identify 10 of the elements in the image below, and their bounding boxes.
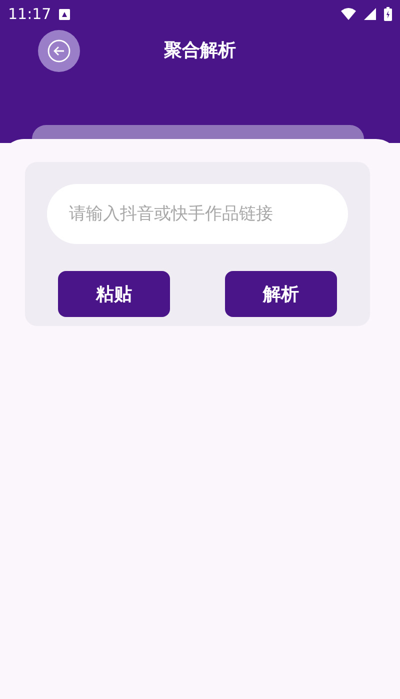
signal-icon (364, 8, 376, 20)
back-button[interactable] (38, 30, 80, 72)
action-button[interactable]: 解析 (225, 271, 337, 317)
page-title: 聚合解析 (164, 39, 236, 62)
notification-icon (59, 8, 70, 20)
status-time: 11:17 (8, 5, 52, 23)
battery-icon (384, 7, 392, 21)
action-button[interactable]: 粘贴 (58, 271, 170, 317)
wifi-icon (341, 8, 356, 20)
link-input-field[interactable]: 请输入抖音或快手作品链接 (47, 184, 348, 244)
